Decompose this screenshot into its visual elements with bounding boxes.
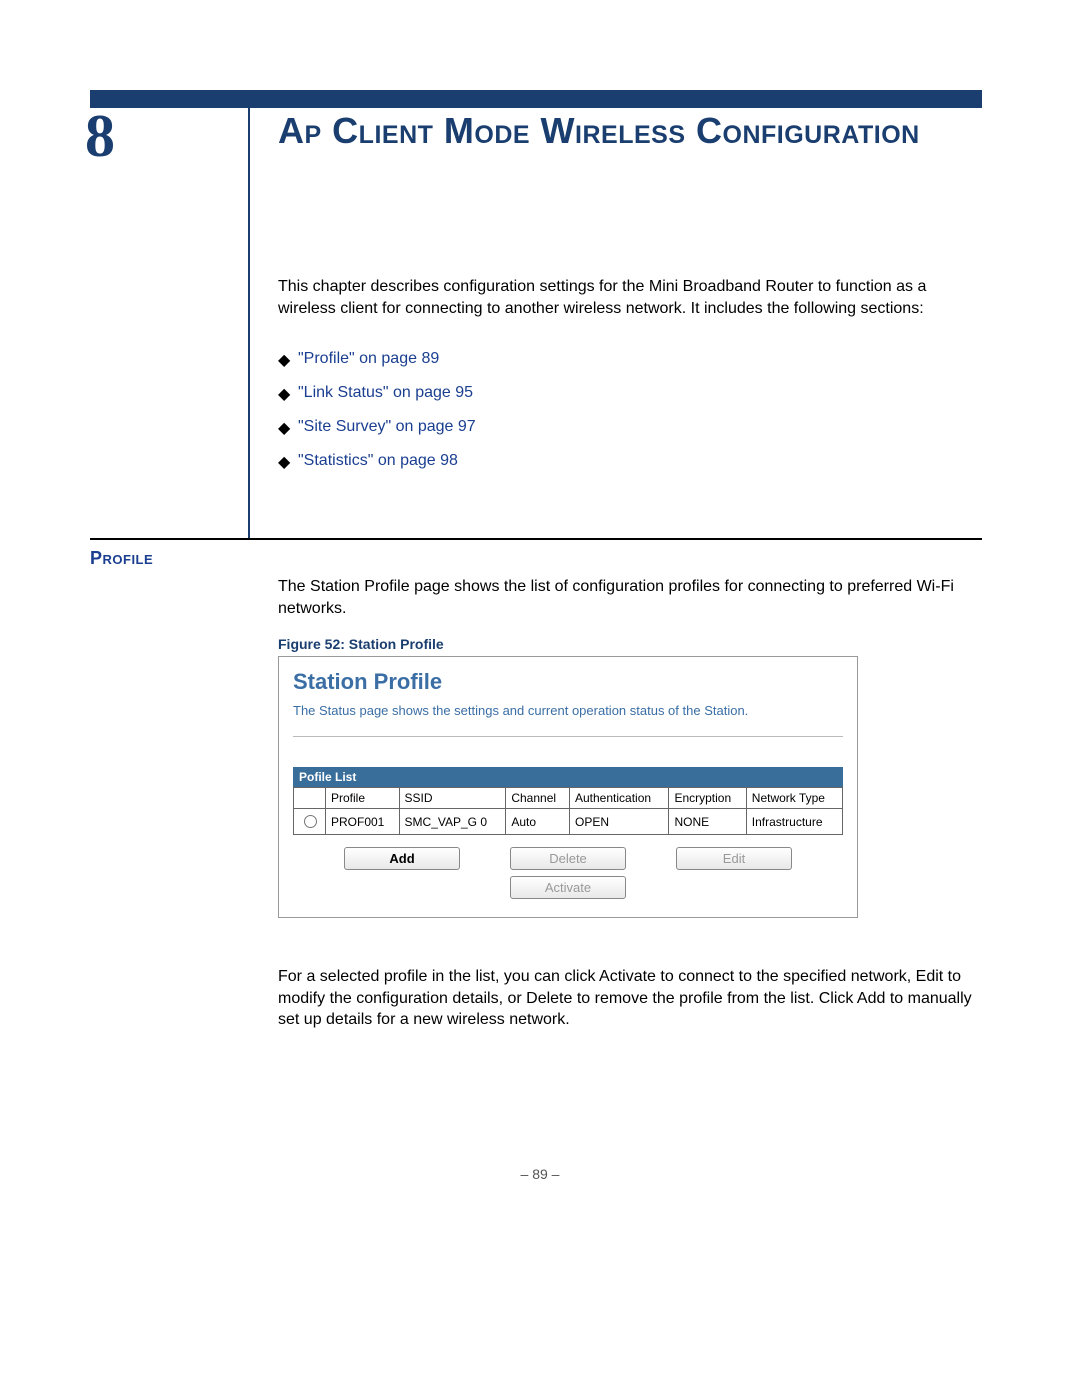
section-paragraph-2: For a selected profile in the list, you … bbox=[278, 966, 982, 1031]
link-statistics[interactable]: "Statistics" on page 98 bbox=[298, 452, 458, 470]
figure-caption: Figure 52: Station Profile bbox=[278, 636, 444, 652]
table-row[interactable]: PROF001 SMC_VAP_G 0 Auto OPEN NONE Infra… bbox=[294, 809, 843, 835]
chapter-number: 8 bbox=[85, 102, 235, 171]
section-heading: Profile bbox=[90, 548, 250, 569]
bullet-icon: ◆ bbox=[278, 452, 298, 472]
bullet-icon: ◆ bbox=[278, 350, 298, 370]
edit-button[interactable]: Edit bbox=[676, 847, 792, 870]
col-profile: Profile bbox=[326, 788, 400, 809]
section-paragraph: The Station Profile page shows the list … bbox=[278, 576, 982, 619]
col-radio bbox=[294, 788, 326, 809]
profile-list-header: Pofile List bbox=[293, 767, 843, 787]
cell-channel: Auto bbox=[506, 809, 570, 835]
bullet-icon: ◆ bbox=[278, 418, 298, 438]
section-rule bbox=[90, 538, 982, 540]
list-item: ◆ "Statistics" on page 98 bbox=[278, 452, 982, 472]
figure-subtitle: The Status page shows the settings and c… bbox=[293, 703, 843, 718]
cell-ssid: SMC_VAP_G 0 bbox=[399, 809, 506, 835]
list-item: ◆ "Profile" on page 89 bbox=[278, 350, 982, 370]
cell-auth: OPEN bbox=[569, 809, 668, 835]
cell-enc: NONE bbox=[669, 809, 746, 835]
cell-profile: PROF001 bbox=[326, 809, 400, 835]
chapter-title: Ap Client Mode Wireless Configuration bbox=[278, 108, 982, 155]
cell-ntype: Infrastructure bbox=[746, 809, 842, 835]
profile-radio[interactable] bbox=[304, 815, 317, 828]
page: 8 Ap Client Mode Wireless Configuration … bbox=[0, 0, 1080, 1397]
chapter-divider-vertical bbox=[248, 90, 250, 540]
figure-title: Station Profile bbox=[293, 669, 843, 695]
delete-button[interactable]: Delete bbox=[510, 847, 626, 870]
link-link-status[interactable]: "Link Status" on page 95 bbox=[298, 384, 473, 402]
figure-button-bar: Add Delete Edit Activate bbox=[293, 847, 843, 899]
col-ssid: SSID bbox=[399, 788, 506, 809]
list-item: ◆ "Site Survey" on page 97 bbox=[278, 418, 982, 438]
list-item: ◆ "Link Status" on page 95 bbox=[278, 384, 982, 404]
table-header-row: Profile SSID Channel Authentication Encr… bbox=[294, 788, 843, 809]
col-channel: Channel bbox=[506, 788, 570, 809]
link-profile[interactable]: "Profile" on page 89 bbox=[298, 350, 439, 368]
profile-table: Profile SSID Channel Authentication Encr… bbox=[293, 787, 843, 835]
figure-screenshot: Station Profile The Status page shows th… bbox=[278, 656, 858, 918]
row-select-radio[interactable] bbox=[294, 809, 326, 835]
col-auth: Authentication bbox=[569, 788, 668, 809]
col-enc: Encryption bbox=[669, 788, 746, 809]
col-ntype: Network Type bbox=[746, 788, 842, 809]
activate-button[interactable]: Activate bbox=[510, 876, 626, 899]
add-button[interactable]: Add bbox=[344, 847, 460, 870]
figure-divider bbox=[293, 736, 843, 737]
link-site-survey[interactable]: "Site Survey" on page 97 bbox=[298, 418, 476, 436]
page-number: – 89 – bbox=[0, 1166, 1080, 1182]
intro-paragraph: This chapter describes configuration set… bbox=[278, 276, 982, 319]
bullet-icon: ◆ bbox=[278, 384, 298, 404]
bullet-list: ◆ "Profile" on page 89 ◆ "Link Status" o… bbox=[278, 350, 982, 486]
